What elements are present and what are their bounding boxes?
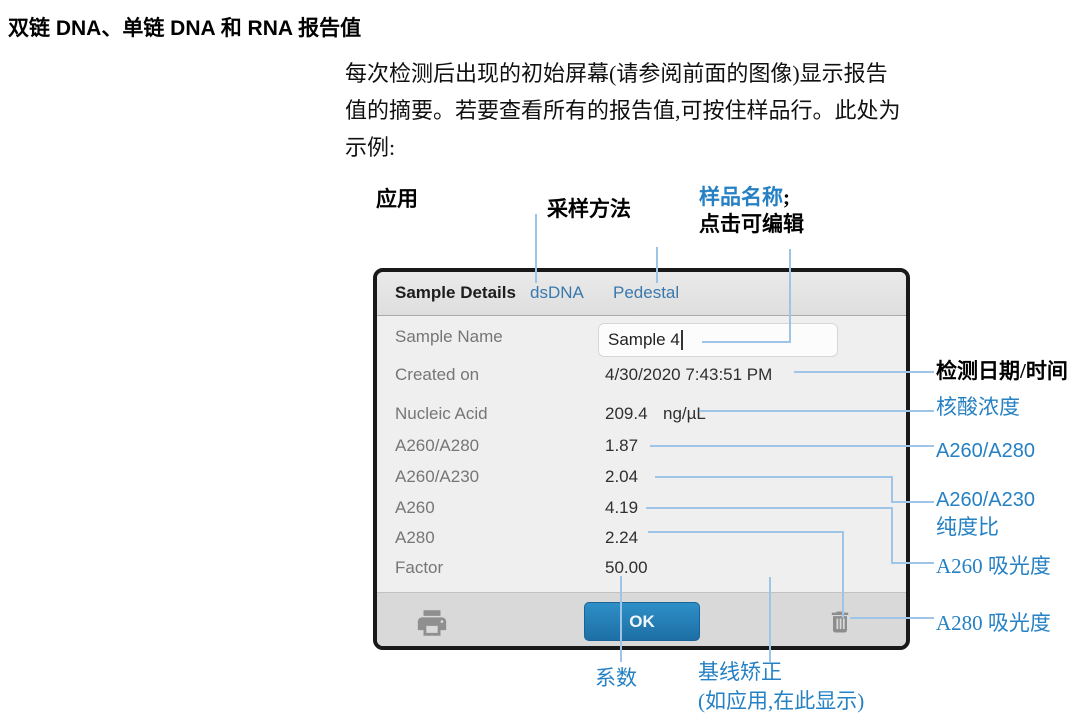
callout-line-sample-name-h (702, 341, 791, 343)
annotation-factor: 系数 (595, 665, 637, 692)
nucleic-acid-value: 209.4 (605, 404, 648, 424)
application-link[interactable]: dsDNA (530, 283, 584, 303)
annotation-a260-absorbance: A260 吸光度 (936, 553, 1051, 580)
callout-line-baseline (769, 577, 771, 662)
callout-line-a260-h1 (646, 507, 893, 509)
printer-icon (412, 606, 452, 640)
delete-button[interactable] (826, 606, 854, 643)
callout-line-concentration (700, 410, 934, 412)
print-button[interactable] (412, 606, 452, 645)
callout-line-datetime (794, 371, 934, 373)
callout-line-sample-name-v (789, 249, 791, 343)
factor-label: Factor (395, 558, 443, 578)
dialog-title: Sample Details (395, 283, 516, 303)
a260-a280-label: A260/A280 (395, 436, 479, 456)
trash-icon (826, 606, 854, 638)
callout-line-sampling-method (656, 247, 658, 283)
annotation-purity-ratio: 纯度比 (936, 514, 999, 541)
annotation-nucleic-acid-concentration: 核酸浓度 (936, 394, 1020, 421)
callout-line-a260-v (891, 507, 893, 564)
callout-line-a260-a230-h2 (891, 501, 934, 503)
a280-label: A280 (395, 528, 435, 548)
annotation-sample-name: 样品名称; 点击可编辑 (699, 184, 804, 238)
callout-line-factor (620, 576, 622, 662)
sampling-method-link[interactable]: Pedestal (613, 283, 679, 303)
annotation-baseline-correction-note: (如应用,在此显示) (698, 688, 864, 715)
ok-button[interactable]: OK (584, 602, 700, 641)
a260-label: A260 (395, 498, 435, 518)
factor-value: 50.00 (605, 558, 648, 578)
ok-button-label: OK (629, 612, 655, 632)
annotation-sampling-method: 采样方法 (547, 196, 631, 223)
created-on-label: Created on (395, 365, 479, 385)
a280-value: 2.24 (605, 528, 638, 548)
page-title: 双链 DNA、单链 DNA 和 RNA 报告值 (8, 12, 361, 42)
callout-line-a280-h2 (850, 617, 934, 619)
sample-name-label: Sample Name (395, 327, 503, 347)
annotation-a280-absorbance: A280 吸光度 (936, 610, 1051, 637)
annotation-application: 应用 (376, 186, 418, 213)
annotation-sample-name-text: 样品名称 (699, 185, 783, 209)
manual-page: 双链 DNA、单链 DNA 和 RNA 报告值 每次检测后出现的初始屏幕(请参阅… (0, 0, 1080, 726)
callout-line-a260-a230-h1 (655, 476, 893, 478)
annotation-sample-name-edit: 点击可编辑 (699, 212, 804, 236)
annotation-measurement-datetime: 检测日期/时间 (936, 358, 1068, 385)
nucleic-acid-label: Nucleic Acid (395, 404, 488, 424)
annotation-a260-a230: A260/A230 (936, 487, 1035, 514)
dialog-header: Sample Details dsDNA Pedestal (377, 272, 906, 316)
callout-line-a280-h1 (648, 531, 844, 533)
sample-name-input[interactable]: Sample 4 (598, 323, 838, 357)
sample-details-dialog: Sample Details dsDNA Pedestal Sample Nam… (373, 268, 910, 650)
annotation-baseline-correction: 基线矫正 (698, 659, 782, 686)
created-on-value: 4/30/2020 7:43:51 PM (605, 365, 772, 385)
callout-line-a280-v (842, 531, 844, 618)
callout-line-a260-a230-v (891, 476, 893, 503)
a260-a230-label: A260/A230 (395, 467, 479, 487)
a260-a230-value: 2.04 (605, 467, 638, 487)
a260-a280-value: 1.87 (605, 436, 638, 456)
text-cursor (681, 330, 683, 350)
nucleic-acid-unit: ng/µL (663, 404, 706, 424)
sample-name-value: Sample 4 (608, 330, 680, 350)
callout-line-a260-a280 (650, 445, 934, 447)
annotation-a260-a280: A260/A280 (936, 438, 1035, 465)
annotation-sample-name-semicolon: ; (783, 185, 790, 209)
a260-value: 4.19 (605, 498, 638, 518)
callout-line-a260-h2 (891, 562, 934, 564)
callout-line-application (535, 214, 537, 283)
intro-paragraph: 每次检测后出现的初始屏幕(请参阅前面的图像)显示报告 值的摘要。若要查看所有的报… (345, 55, 901, 166)
